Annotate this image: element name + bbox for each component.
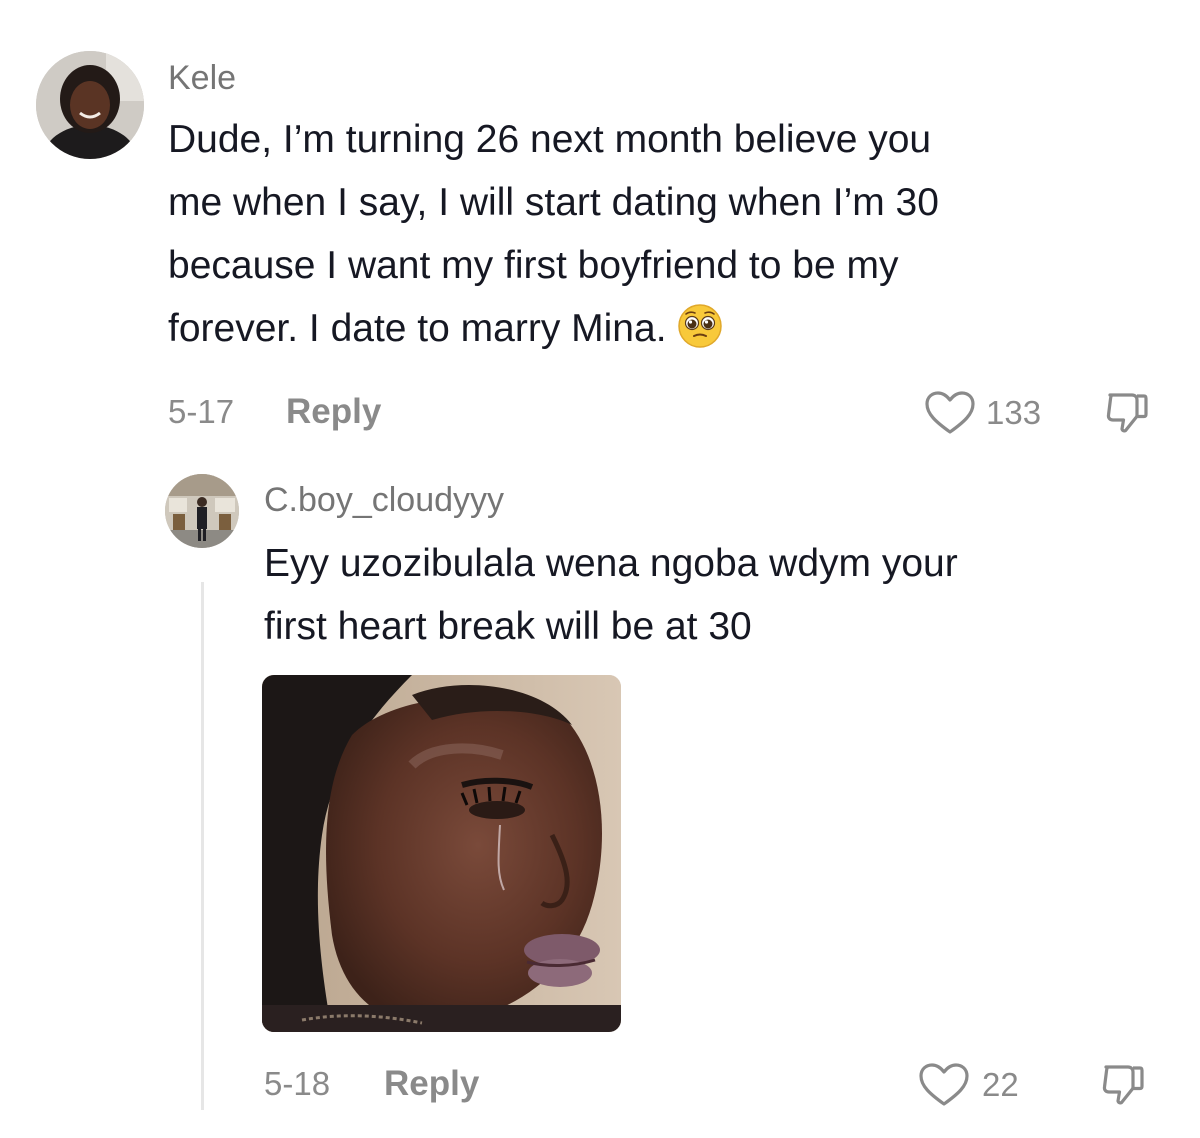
avatar-photo (165, 474, 239, 548)
thread-line (201, 582, 204, 1110)
avatar[interactable] (165, 474, 239, 548)
heart-outline-icon[interactable] (918, 1062, 970, 1108)
avatar[interactable] (36, 51, 144, 159)
reply-image[interactable] (262, 675, 621, 1032)
reply-text-line: first heart break will be at 30 (264, 605, 752, 648)
comment-text-line-content: forever. I date to marry Mina. (168, 307, 667, 350)
thumbs-down-outline-icon[interactable] (1098, 1060, 1148, 1110)
reply-username[interactable]: C.boy_cloudyyy (264, 480, 504, 520)
comment-text-line: forever. I date to marry Mina. (168, 297, 1168, 360)
comment-text-line: Dude, I’m turning 26 next month believe … (168, 118, 932, 161)
pleading-face-emoji (677, 304, 722, 348)
comment-username[interactable]: Kele (168, 58, 236, 98)
like-count: 133 (986, 394, 1042, 431)
reply-text: Eyy uzozibulala wena ngoba wdym your fir… (264, 532, 1184, 658)
heart-outline-icon[interactable] (924, 390, 976, 436)
comment-text-line: me when I say, I will start dating when … (168, 181, 939, 224)
thumbs-down-outline-icon[interactable] (1102, 388, 1152, 438)
comment-text-line: because I want my first boyfriend to be … (168, 244, 899, 287)
reply-date: 5-18 (264, 1065, 331, 1102)
avatar-photo (36, 51, 144, 159)
like-count: 22 (982, 1066, 1019, 1103)
reply-text-line: Eyy uzozibulala wena ngoba wdym your (264, 542, 958, 585)
comment-text: Dude, I’m turning 26 next month believe … (168, 108, 1168, 360)
comment-date: 5-17 (168, 393, 235, 430)
reply-button[interactable]: Reply (384, 1064, 479, 1104)
crying-woman-photo (262, 675, 621, 1032)
reply-button[interactable]: Reply (286, 392, 381, 432)
